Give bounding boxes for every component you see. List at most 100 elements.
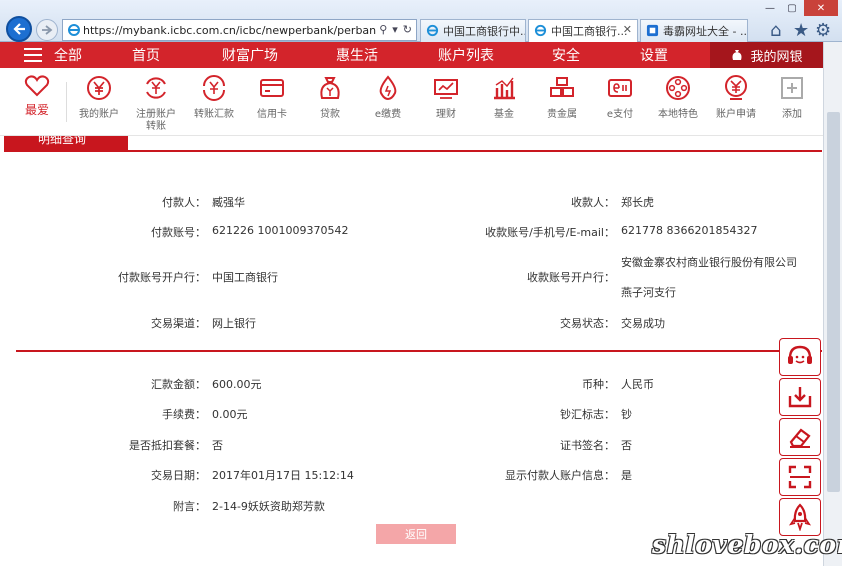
- shortcut-label: e缴费: [374, 109, 402, 120]
- gear-icon[interactable]: ⚙: [815, 20, 831, 41]
- tab-label: 中国工商银行中...: [443, 25, 526, 38]
- show-payer-value: 是: [621, 469, 632, 482]
- nav-accounts[interactable]: 账户列表: [438, 45, 494, 65]
- money-bag-icon: [320, 77, 340, 99]
- address-bar[interactable]: https://mybank.icbc.com.cn/icbc/newperba…: [62, 19, 417, 41]
- cert-label: 证书签名：: [560, 439, 615, 452]
- nav-wealth[interactable]: 财富广场: [222, 45, 278, 65]
- close-window-button[interactable]: ✕: [804, 0, 838, 16]
- nav-life[interactable]: 惠生活: [336, 45, 378, 65]
- date-value: 2017年01月17日 15:12:14: [212, 469, 354, 482]
- shortcut-item[interactable]: 添加: [764, 74, 820, 121]
- nav-home[interactable]: 首页: [132, 45, 160, 65]
- yen-exchange-icon: [203, 75, 225, 101]
- ie-icon: [534, 24, 547, 37]
- star-icon[interactable]: ★: [793, 20, 809, 41]
- back-button[interactable]: [6, 16, 32, 42]
- shortcut-item[interactable]: 基金: [476, 74, 532, 121]
- section-divider: [16, 350, 822, 352]
- customer-service-button[interactable]: [779, 338, 821, 376]
- nav-security[interactable]: 安全: [552, 45, 580, 65]
- shortcut-item[interactable]: 信用卡: [244, 74, 300, 121]
- page-scrollbar[interactable]: [823, 42, 842, 566]
- forward-button[interactable]: [36, 19, 58, 41]
- url-text: https://mybank.icbc.com.cn/icbc/newperba…: [83, 23, 402, 37]
- yen-transfer-icon: [146, 77, 166, 99]
- bar-chart-icon: [494, 77, 515, 100]
- remark-value: 2-14-9妖妖资助郑芳款: [212, 500, 325, 513]
- download-button[interactable]: [779, 378, 821, 416]
- payee-value: 郑长虎: [621, 196, 654, 209]
- amount-value: 600.00元: [212, 378, 262, 391]
- home-icon[interactable]: ⌂: [770, 20, 781, 41]
- payee-bank-label: 收款账号开户行：: [527, 271, 615, 284]
- browser-tab-3[interactable]: 毒霸网址大全 - ...: [640, 19, 748, 42]
- shortcut-label: 我的账户: [79, 109, 119, 120]
- shortcut-item[interactable]: 贷款: [302, 74, 358, 121]
- return-button[interactable]: 返回: [376, 524, 456, 544]
- shortcut-item[interactable]: 贵金属: [534, 74, 590, 121]
- payer-account-label: 付款账号：: [151, 226, 206, 239]
- close-tab-icon[interactable]: ✕: [623, 23, 632, 36]
- detail-tab-row: 明细查询: [4, 136, 822, 152]
- chart-board-icon: [434, 79, 458, 99]
- eraser-icon: [789, 428, 811, 448]
- shortcut-item[interactable]: e支付: [592, 74, 648, 121]
- browser-tab-1[interactable]: 中国工商银行中...: [420, 19, 526, 42]
- shortcut-label: 基金: [494, 109, 514, 120]
- scan-button[interactable]: [779, 458, 821, 496]
- film-reel-icon: [666, 76, 690, 100]
- status-value: 交易成功: [621, 317, 665, 330]
- shortcut-item[interactable]: 转账汇款: [186, 74, 242, 121]
- shortcut-item[interactable]: 理财: [418, 74, 474, 121]
- shortcut-item[interactable]: 注册账户 转账: [128, 74, 184, 133]
- maximize-button[interactable]: ▢: [782, 0, 802, 16]
- browser-chrome: — ▢ ✕ https://mybank.icbc.com.cn/icbc/ne…: [0, 0, 842, 42]
- minimize-button[interactable]: —: [760, 0, 780, 16]
- erase-button[interactable]: [779, 418, 821, 456]
- payer-value: 臧强华: [212, 196, 245, 209]
- payer-bank-value: 中国工商银行: [212, 271, 278, 284]
- shortcut-label: 添加: [782, 109, 802, 120]
- headset-icon: [788, 345, 812, 364]
- shortcut-label: 贷款: [320, 109, 340, 120]
- shortcut-item[interactable]: 我的账户: [71, 74, 127, 121]
- channel-label: 交易渠道：: [151, 317, 206, 330]
- browser-tab-2[interactable]: 中国工商银行... ✕: [528, 19, 638, 42]
- money-bag-icon: [732, 50, 742, 60]
- scan-icon: [788, 465, 812, 489]
- shortcut-item[interactable]: 账户申请: [708, 74, 764, 121]
- nav-settings[interactable]: 设置: [640, 45, 668, 65]
- nav-all[interactable]: 全部: [54, 45, 82, 65]
- payee-account-label: 收款账号/手机号/E-mail：: [485, 226, 615, 239]
- heart-icon: [24, 75, 50, 97]
- date-label: 交易日期：: [151, 469, 206, 482]
- credit-card-icon: [260, 79, 284, 97]
- shortcut-label: 信用卡: [257, 109, 287, 120]
- status-label: 交易状态：: [560, 317, 615, 330]
- shortcut-item[interactable]: e缴费: [360, 74, 416, 121]
- scroll-thumb[interactable]: [827, 112, 840, 492]
- tab-label: 中国工商银行...: [551, 25, 628, 38]
- package-label: 是否抵扣套餐：: [129, 439, 206, 452]
- payer-label: 付款人：: [162, 196, 206, 209]
- search-icon[interactable]: ⚲: [379, 23, 387, 36]
- e-pay-icon: [608, 79, 632, 97]
- drop-icon: [379, 75, 397, 101]
- payer-account-value: 621226 1001009370542: [212, 224, 349, 237]
- package-value: 否: [212, 439, 223, 452]
- fee-value: 0.00元: [212, 408, 248, 421]
- shortcut-label: 注册账户 转账: [136, 109, 176, 132]
- favorites-shortcut[interactable]: 最爱: [14, 74, 60, 118]
- tab-detail-query[interactable]: 明细查询: [4, 136, 128, 152]
- shortcut-item[interactable]: 本地特色: [650, 74, 706, 121]
- menu-icon[interactable]: [24, 48, 42, 62]
- dropdown-icon[interactable]: ▾: [392, 23, 398, 36]
- shortcut-label: e支付: [606, 109, 634, 120]
- refresh-icon[interactable]: ↻: [403, 23, 412, 36]
- yen-circle-icon: [87, 76, 111, 100]
- my-bank-button[interactable]: 我的网银: [710, 42, 823, 68]
- rocket-icon: [788, 503, 812, 531]
- cash-flag-label: 钞汇标志：: [560, 408, 615, 421]
- cash-flag-value: 钞: [621, 408, 632, 421]
